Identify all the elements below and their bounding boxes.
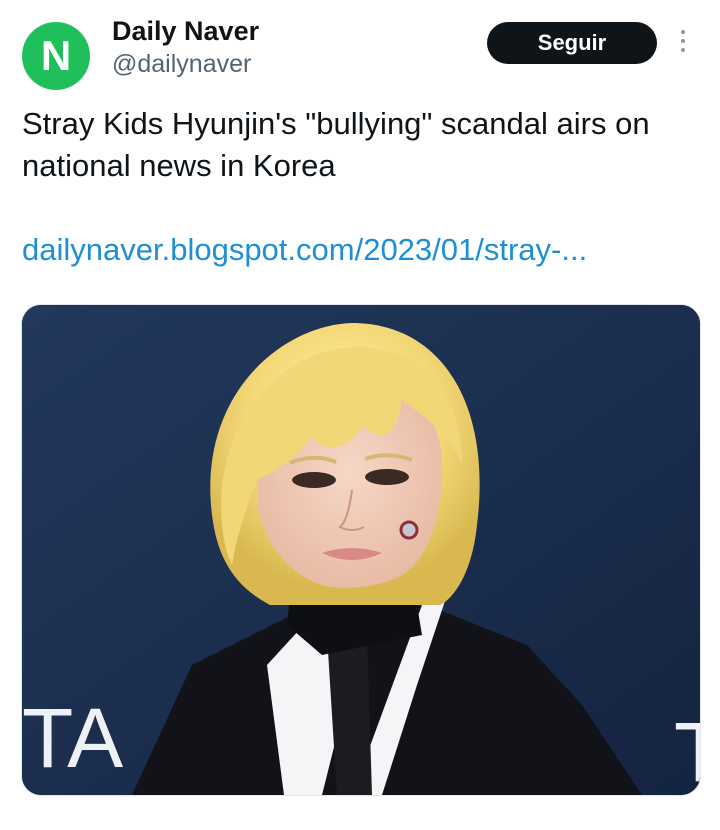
photo-illustration: TA T: [22, 305, 700, 795]
follow-button[interactable]: Seguir: [487, 22, 657, 64]
tweet-text: Stray Kids Hyunjin's "bullying" scandal …: [22, 106, 650, 183]
account-name[interactable]: Daily Naver: [112, 16, 259, 47]
more-vertical-icon[interactable]: [677, 30, 689, 60]
tweet-media-photo[interactable]: TA T: [21, 304, 701, 796]
account-handle[interactable]: @dailynaver: [112, 50, 251, 79]
earring: [399, 520, 419, 540]
eye-right: [365, 469, 409, 485]
tweet-link[interactable]: dailynaver.blogspot.com/2023/01/stray-..…: [22, 232, 587, 268]
avatar[interactable]: N: [22, 22, 90, 90]
eye-left: [292, 472, 336, 488]
avatar-letter: N: [40, 32, 72, 79]
backdrop-text-right: T: [674, 705, 700, 795]
backdrop-text-left: TA: [22, 691, 123, 785]
